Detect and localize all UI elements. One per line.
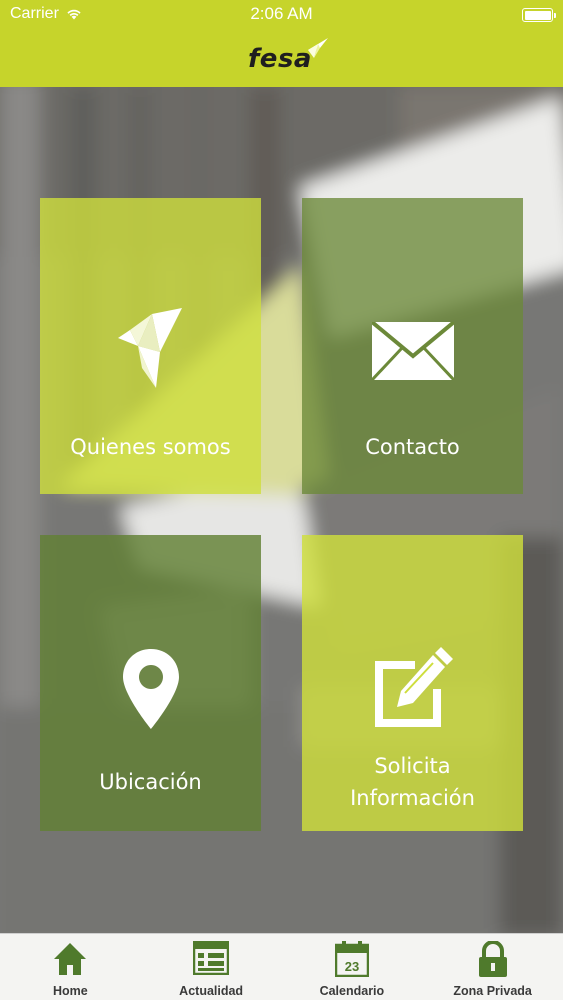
status-time: 2:06 AM: [250, 4, 313, 23]
calendar-day: 23: [345, 959, 359, 974]
tab-actualidad[interactable]: Actualidad: [141, 934, 282, 1000]
tile-label-line-2: Información: [350, 786, 475, 810]
tile-label: Quienes somos: [70, 435, 231, 459]
tab-label: Zona Privada: [453, 984, 532, 998]
fesa-logo: fesa: [248, 38, 332, 78]
tab-calendario[interactable]: 23 Calendario: [282, 934, 423, 1000]
tile-quienes-somos[interactable]: Quienes somos: [40, 198, 261, 494]
news-grid-icon: [141, 941, 282, 975]
tab-label: Actualidad: [179, 984, 244, 998]
app-header: Carrier 2:06 AM fesa: [0, 0, 563, 87]
tile-label: Contacto: [365, 435, 460, 459]
logo-text: fesa: [248, 44, 312, 74]
tab-label: Calendario: [319, 984, 385, 998]
tile-contacto[interactable]: Contacto: [302, 198, 523, 494]
home-icon: [0, 941, 141, 977]
tile-label: Ubicación: [99, 770, 202, 794]
tab-zona-privada[interactable]: Zona Privada: [422, 934, 563, 1000]
tab-label: Home: [53, 984, 88, 998]
tab-home[interactable]: Home: [0, 934, 141, 1000]
status-bar: Carrier 2:06 AM: [0, 0, 563, 30]
tile-ubicacion[interactable]: Ubicación: [40, 535, 261, 831]
lock-icon: [422, 941, 563, 977]
origami-bird-icon: [40, 308, 261, 390]
map-pin-icon: [40, 649, 261, 729]
edit-form-icon: [302, 645, 523, 729]
battery-icon: [522, 8, 556, 22]
tile-solicita-informacion[interactable]: Solicita Información: [302, 535, 523, 831]
calendar-icon: 23: [282, 941, 423, 977]
tab-bar: Home Actualidad 23 Calendario Zona Priva…: [0, 933, 563, 1000]
logo-bird-icon: [308, 38, 328, 58]
tile-label-line-1: Solicita: [374, 754, 451, 778]
envelope-icon: [302, 322, 523, 380]
